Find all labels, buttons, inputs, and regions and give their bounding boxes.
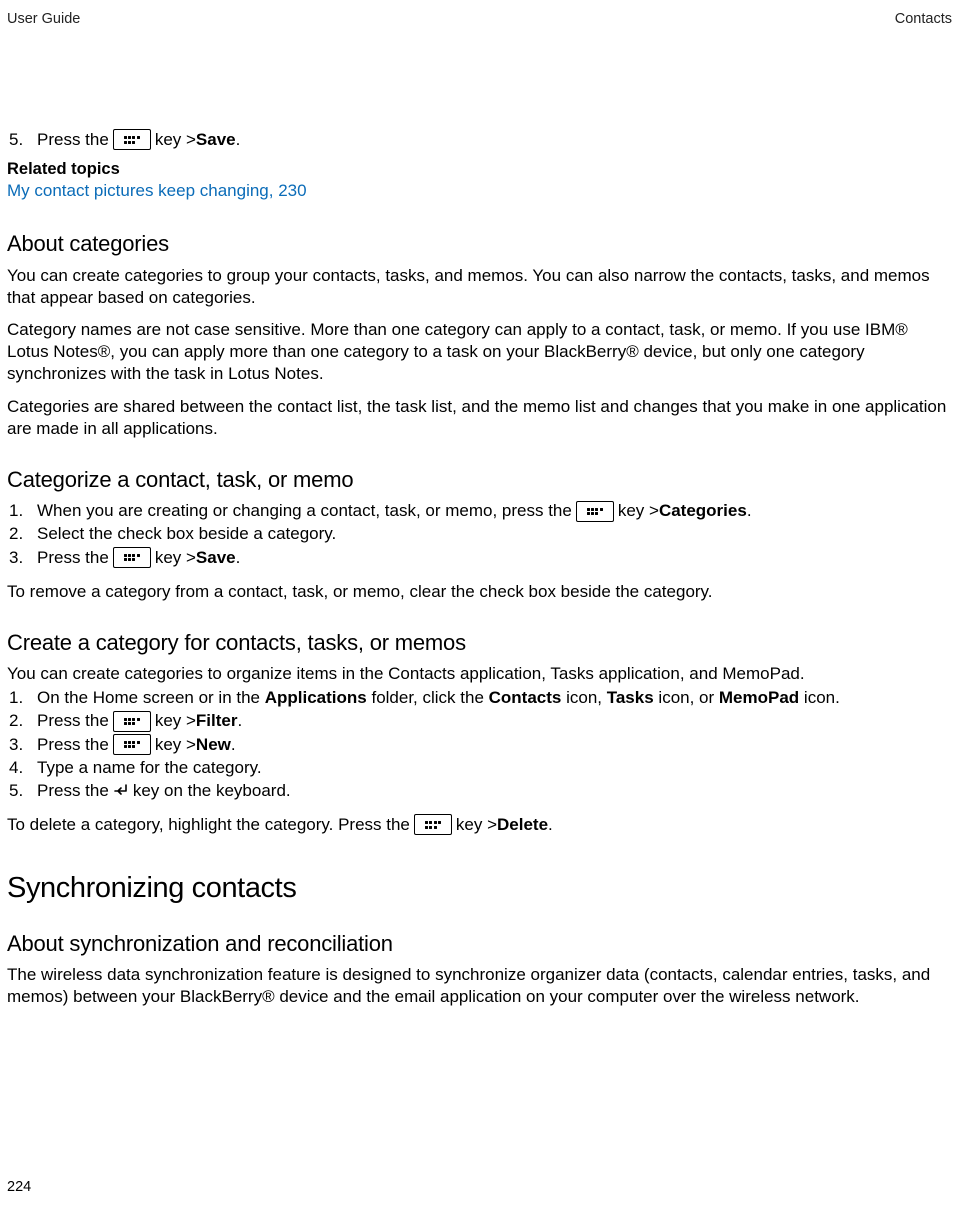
categorize-step-2: 2. Select the check box beside a categor… (9, 523, 952, 545)
menu-key-icon (113, 129, 151, 150)
step-text: When you are creating or changing a cont… (37, 500, 752, 522)
header-right: Contacts (895, 10, 952, 29)
menu-key-icon (113, 711, 151, 732)
create-step-4: 4. Type a name for the category. (9, 757, 952, 779)
step-text: Press the key > Save . (37, 129, 240, 151)
step-text: Press the key > Filter . (37, 710, 242, 732)
related-topic-link[interactable]: My contact pictures keep changing, 230 (7, 180, 952, 202)
menu-key-icon (414, 814, 452, 835)
step-text: On the Home screen or in the Application… (37, 687, 840, 709)
menu-key-icon (113, 734, 151, 755)
section-categorize: Categorize a contact, task, or memo (7, 466, 952, 495)
page-number: 224 (7, 1178, 31, 1197)
section-about-categories: About categories (7, 230, 952, 259)
create-step-2: 2. Press the key > Filter . (9, 710, 952, 732)
about-categories-p2: Category names are not case sensitive. M… (7, 319, 952, 385)
menu-key-icon (576, 501, 614, 522)
section-synchronizing-contacts: Synchronizing contacts (7, 870, 952, 908)
step-number: 5. (9, 129, 37, 151)
menu-key-icon (113, 547, 151, 568)
create-step-3: 3. Press the key > New . (9, 734, 952, 756)
categorize-remove-tip: To remove a category from a contact, tas… (7, 581, 952, 603)
about-sync-p1: The wireless data synchronization featur… (7, 964, 952, 1008)
step-text: Press the key > New . (37, 734, 236, 756)
section-about-sync: About synchronization and reconciliation (7, 930, 952, 959)
about-categories-p1: You can create categories to group your … (7, 265, 952, 309)
create-step-1: 1. On the Home screen or in the Applicat… (9, 687, 952, 709)
create-category-delete-tip: To delete a category, highlight the cate… (7, 814, 952, 836)
page-header: User Guide Contacts (7, 10, 952, 29)
about-categories-p3: Categories are shared between the contac… (7, 396, 952, 440)
categorize-step-3: 3. Press the key > Save . (9, 547, 952, 569)
step-text: Press the key on the keyboard. (37, 780, 291, 802)
enter-key-icon (112, 783, 130, 799)
section-create-category: Create a category for contacts, tasks, o… (7, 629, 952, 658)
step-5-press-save: 5. Press the key > Save . (9, 129, 952, 151)
categorize-step-1: 1. When you are creating or changing a c… (9, 500, 952, 522)
header-left: User Guide (7, 10, 80, 29)
related-topics-heading: Related topics (7, 159, 952, 180)
create-category-intro: You can create categories to organize it… (7, 663, 952, 685)
create-step-5: 5. Press the key on the keyboard. (9, 780, 952, 802)
step-text: Press the key > Save . (37, 547, 240, 569)
